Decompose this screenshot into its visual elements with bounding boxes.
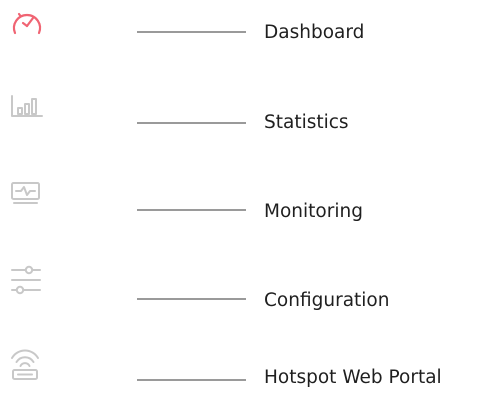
connector-line-configuration	[137, 298, 246, 300]
sidebar-item-label-statistics[interactable]: Statistics	[264, 113, 349, 133]
monitor-pulse-icon[interactable]	[10, 181, 42, 205]
connector-line-monitoring	[137, 209, 246, 211]
sidebar-item-label-monitoring[interactable]: Monitoring	[264, 202, 363, 222]
bar-chart-icon[interactable]	[10, 94, 44, 118]
sidebar-item-label-hotspot[interactable]: Hotspot Web Portal	[264, 368, 442, 388]
connector-line-hotspot	[137, 379, 246, 381]
speedometer-icon[interactable]	[10, 9, 44, 35]
sidebar-item-label-dashboard[interactable]: Dashboard	[264, 23, 364, 43]
connector-line-statistics	[137, 122, 246, 124]
connector-line-dashboard	[137, 31, 246, 33]
wifi-router-icon[interactable]	[9, 347, 41, 381]
sidebar-item-label-configuration[interactable]: Configuration	[264, 291, 389, 311]
sliders-icon[interactable]	[10, 264, 42, 296]
